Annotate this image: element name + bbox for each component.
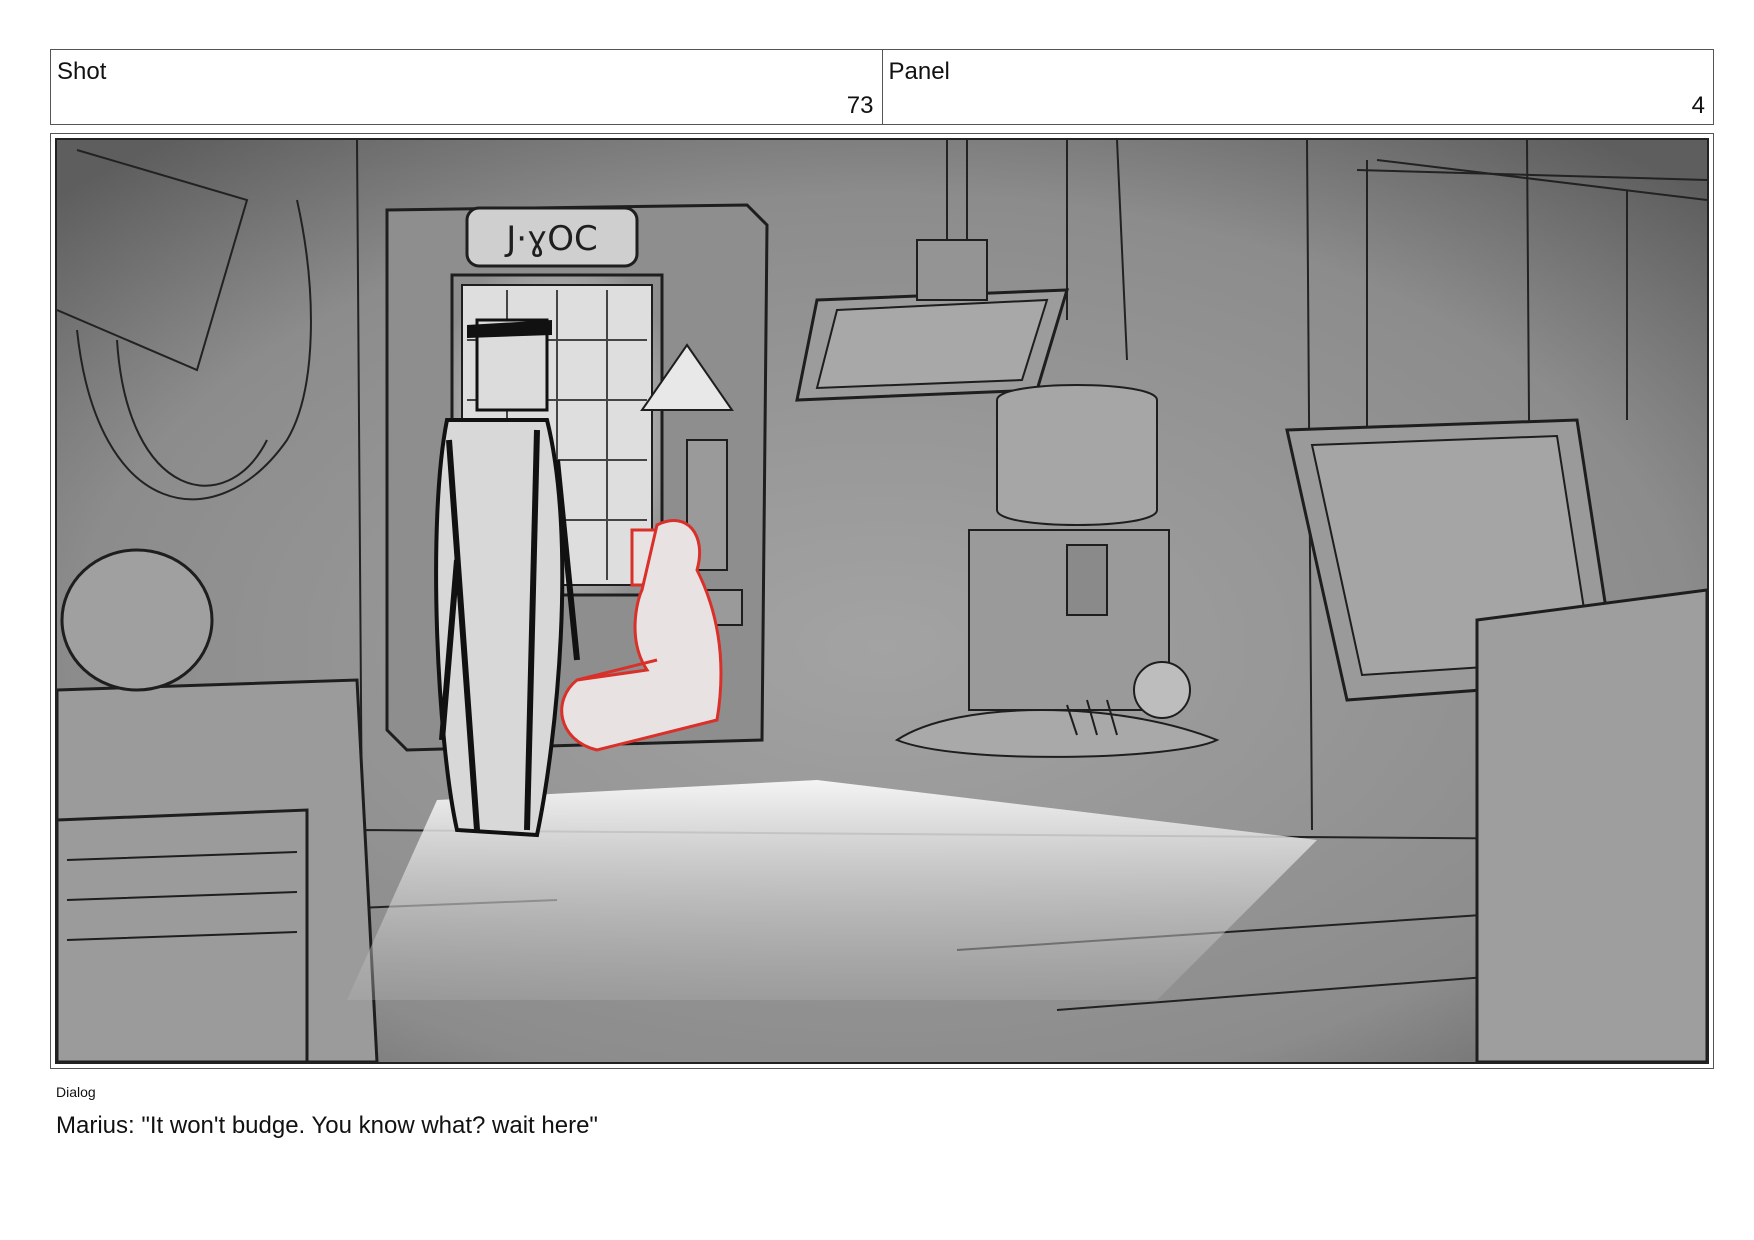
shot-panel-header: Shot 73 Panel 4 (50, 49, 1714, 125)
shot-number: 73 (846, 92, 874, 119)
panel-label: Panel (888, 58, 950, 85)
shot-cell: Shot 73 (51, 50, 882, 124)
storyboard-panel: J·ɣOC (50, 133, 1714, 1069)
shot-label: Shot (57, 58, 107, 85)
dialog-label: Dialog (56, 1084, 96, 1100)
machine-sign: J·ɣOC (504, 219, 598, 259)
water-cooler (968, 384, 1170, 711)
storyboard-drawing: J·ɣOC (57, 140, 1707, 1062)
storyboard-image: J·ɣOC (55, 138, 1709, 1064)
dialog-text: Marius: "It won't budge. You know what? … (56, 1112, 598, 1139)
panel-number: 4 (1691, 92, 1705, 119)
panel-cell: Panel 4 (881, 50, 1714, 124)
